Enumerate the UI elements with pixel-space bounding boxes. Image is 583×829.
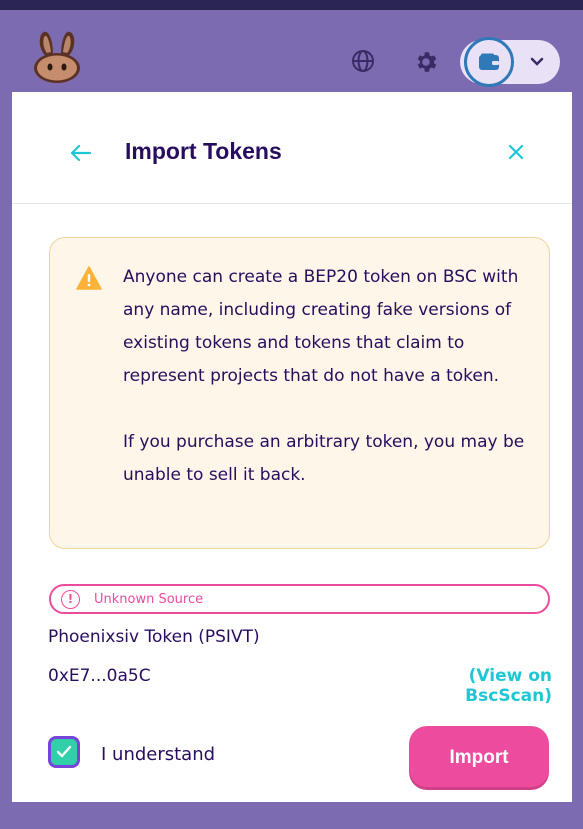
badge-label: Unknown Source [94, 591, 204, 607]
bunny-logo-icon[interactable] [32, 30, 82, 84]
import-button[interactable]: Import [409, 726, 549, 790]
alert-circle-icon: ! [61, 589, 80, 609]
token-address: 0xE7...0a5C [48, 666, 151, 686]
import-tokens-modal: Import Tokens Anyone can create a BEP20 … [12, 100, 572, 802]
unknown-source-badge: ! Unknown Source [49, 584, 550, 614]
modal-header: Import Tokens [12, 100, 572, 204]
chevron-down-icon[interactable] [527, 54, 547, 70]
warning-box: Anyone can create a BEP20 token on BSC w… [49, 237, 550, 549]
token-name: Phoenixsiv Token (PSIVT) [48, 627, 260, 647]
wallet-icon [479, 53, 499, 70]
wallet-avatar[interactable] [464, 37, 514, 87]
warning-paragraph: If you purchase an arbitrary token, you … [123, 432, 525, 485]
check-icon [56, 745, 72, 758]
warning-paragraph: Anyone can create a BEP20 token on BSC w… [123, 267, 519, 386]
close-icon[interactable] [506, 142, 526, 162]
understand-label[interactable]: I understand [101, 744, 215, 765]
globe-icon[interactable] [351, 49, 375, 73]
gear-icon[interactable] [413, 49, 439, 75]
overlay-backdrop[interactable] [572, 92, 583, 829]
overlay-backdrop[interactable] [0, 802, 583, 829]
view-on-bscscan-link[interactable]: (View on BscScan) [382, 666, 552, 706]
modal-title: Import Tokens [125, 138, 282, 164]
warning-text: Anyone can create a BEP20 token on BSC w… [123, 261, 535, 492]
top-nav-bar [0, 0, 583, 92]
understand-checkbox[interactable] [48, 736, 80, 768]
overlay-backdrop[interactable] [0, 92, 12, 829]
arrow-left-icon[interactable] [70, 143, 92, 163]
warning-triangle-icon [76, 266, 102, 290]
